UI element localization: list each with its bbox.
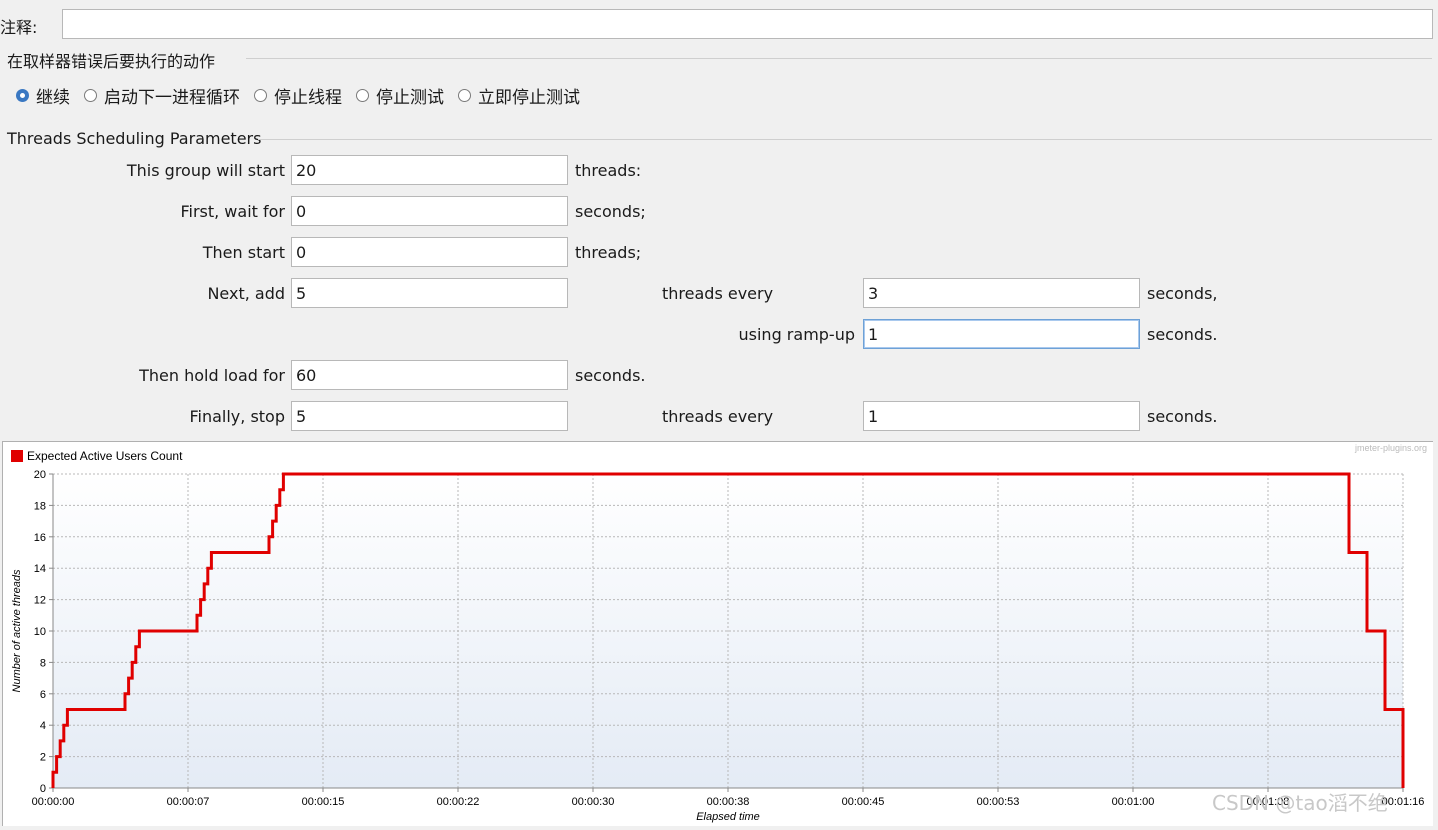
- radio-start-next-loop[interactable]: 启动下一进程循环: [84, 83, 240, 108]
- y-tick-label: 20: [34, 469, 46, 481]
- x-tick-label: 00:01:00: [1112, 796, 1155, 808]
- radio-continue[interactable]: 继续: [16, 83, 70, 108]
- finally-stop-unit: seconds.: [1147, 407, 1218, 426]
- next-add-label: Next, add: [207, 284, 285, 303]
- on-error-divider: [246, 58, 1432, 59]
- y-tick-label: 16: [34, 532, 46, 544]
- y-axis-ticks: 0 2 4 6 8 10 12 14 16 18 20: [34, 469, 53, 795]
- radio-label: 继续: [36, 88, 70, 108]
- then-start-label: Then start: [202, 243, 285, 262]
- y-tick-label: 2: [40, 752, 46, 764]
- rampup-field[interactable]: [863, 319, 1140, 349]
- finally-stop-every-label: threads every: [662, 407, 774, 426]
- threads-chart: 0 2 4 6 8 10 12 14 16 18 20 00:00:00 00:00:07 00:00:…: [11, 443, 1427, 823]
- watermark-text: CSDN @tao滔不绝: [1212, 791, 1388, 815]
- y-tick-label: 12: [34, 595, 46, 607]
- legend-label: Expected Active Users Count: [27, 449, 183, 463]
- radio-stop-test-now[interactable]: 立即停止测试: [458, 83, 580, 108]
- radio-label: 立即停止测试: [478, 88, 580, 108]
- next-add-every-label: threads every: [662, 284, 774, 303]
- y-axis-label: Number of active threads: [11, 569, 23, 692]
- then-start-field[interactable]: [291, 237, 568, 267]
- x-tick-label: 00:00:00: [32, 796, 75, 808]
- hold-load-label: Then hold load for: [139, 366, 285, 385]
- radio-label: 停止线程: [274, 88, 342, 108]
- radio-icon: [84, 89, 97, 102]
- hold-load-field[interactable]: [291, 360, 568, 390]
- y-tick-label: 0: [40, 783, 46, 795]
- x-tick-label: 00:00:15: [302, 796, 345, 808]
- rampup-unit: seconds.: [1147, 325, 1218, 344]
- then-start-unit: threads;: [575, 243, 642, 262]
- x-tick-label: 00:00:30: [572, 796, 615, 808]
- y-tick-label: 4: [40, 720, 46, 732]
- radio-stop-test[interactable]: 停止测试: [356, 83, 444, 108]
- radio-label: 启动下一进程循环: [104, 88, 240, 108]
- rampup-label: using ramp-up: [738, 325, 856, 344]
- y-tick-label: 18: [34, 500, 46, 512]
- x-tick-label: 00:00:45: [842, 796, 885, 808]
- x-tick-label: 00:00:53: [977, 796, 1020, 808]
- radio-stop-thread[interactable]: 停止线程: [254, 83, 342, 108]
- x-tick-label: 00:00:38: [707, 796, 750, 808]
- x-tick-label: 00:00:22: [437, 796, 480, 808]
- legend-swatch: [11, 450, 23, 462]
- comment-field[interactable]: [62, 9, 1433, 39]
- next-add-every-field[interactable]: [863, 278, 1140, 308]
- initial-delay-field[interactable]: [291, 196, 568, 226]
- radio-icon: [356, 89, 369, 102]
- x-tick-label: 00:00:07: [167, 796, 210, 808]
- params-divider: [258, 139, 1432, 140]
- next-add-unit: seconds,: [1147, 284, 1218, 303]
- start-threads-unit: threads:: [575, 161, 642, 180]
- y-tick-label: 6: [40, 689, 46, 701]
- y-tick-label: 8: [40, 657, 46, 669]
- on-error-options: 继续 启动下一进程循环 停止线程 停止测试 立即停止测试: [16, 83, 594, 108]
- chart-credit: jmeter-plugins.org: [1354, 443, 1427, 453]
- y-tick-label: 14: [34, 563, 46, 575]
- radio-selected-icon: [16, 89, 29, 102]
- params-section-title: Threads Scheduling Parameters: [7, 129, 262, 148]
- finally-stop-every-field[interactable]: [863, 401, 1140, 431]
- x-axis-label: Elapsed time: [696, 811, 760, 823]
- comment-label: 注释:: [0, 18, 38, 37]
- start-threads-label: This group will start: [126, 161, 285, 180]
- threads-chart-panel: 0 2 4 6 8 10 12 14 16 18 20 00:00:00 00:00:07 00:00:…: [2, 441, 1433, 826]
- x-tick-label: 00:01:16: [1382, 796, 1425, 808]
- y-tick-label: 10: [34, 626, 46, 638]
- initial-delay-label: First, wait for: [180, 202, 285, 221]
- radio-icon: [254, 89, 267, 102]
- finally-stop-field[interactable]: [291, 401, 568, 431]
- next-add-field[interactable]: [291, 278, 568, 308]
- initial-delay-unit: seconds;: [575, 202, 646, 221]
- start-threads-field[interactable]: [291, 155, 568, 185]
- finally-stop-label: Finally, stop: [189, 407, 285, 426]
- hold-load-unit: seconds.: [575, 366, 646, 385]
- radio-icon: [458, 89, 471, 102]
- radio-label: 停止测试: [376, 88, 444, 108]
- on-error-section-title: 在取样器错误后要执行的动作: [7, 52, 216, 71]
